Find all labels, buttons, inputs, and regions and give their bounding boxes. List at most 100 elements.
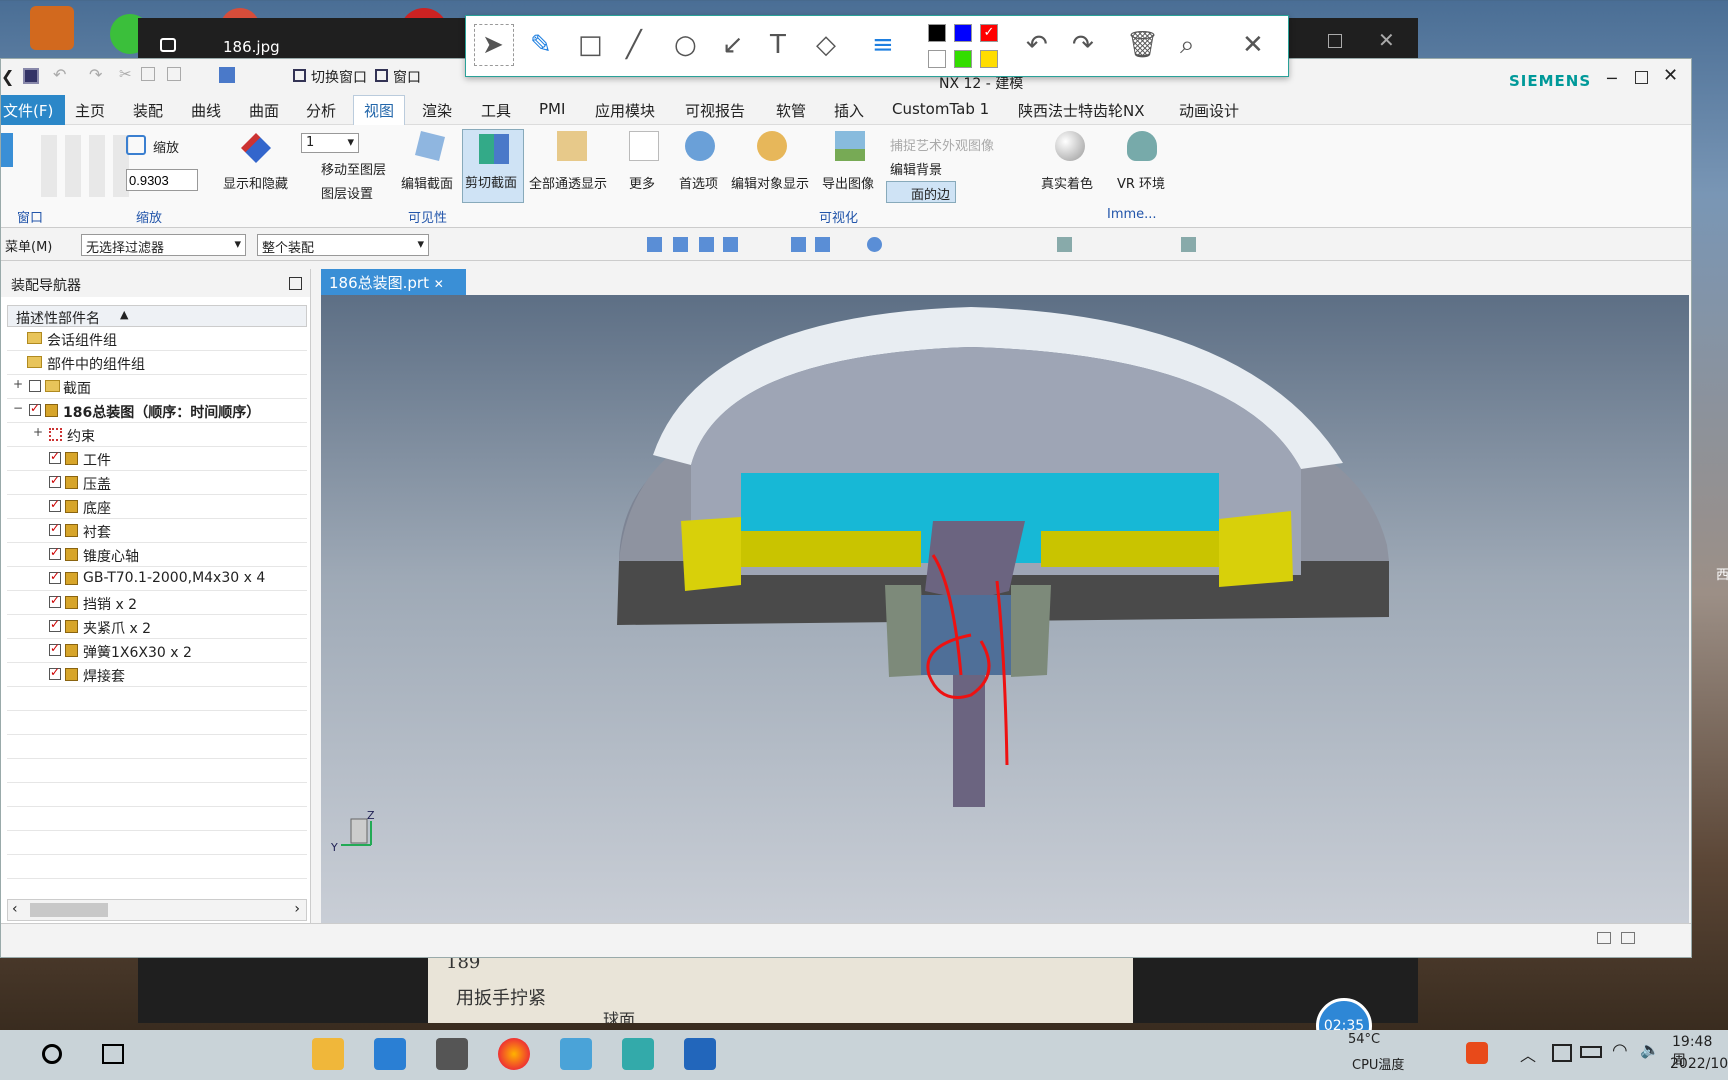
tab-tools[interactable]: 工具	[481, 100, 511, 121]
color-swatch-green[interactable]	[954, 50, 972, 68]
maximize-icon[interactable]	[1328, 34, 1342, 48]
copy-icon[interactable]	[141, 67, 155, 81]
delete-icon[interactable]: 🗑	[1126, 30, 1159, 60]
tab-customtab[interactable]: CustomTab 1	[892, 100, 989, 118]
chevron-up-icon[interactable]: ︿	[1520, 1042, 1536, 1066]
zoom-icon[interactable]: ⌕	[1180, 30, 1195, 61]
viewport-tab[interactable]: 186总装图.prt ✕	[321, 269, 466, 295]
edit-object-display-icon[interactable]	[757, 131, 787, 161]
more-button[interactable]: 更多	[629, 173, 655, 192]
edit-section-button[interactable]: 编辑截面	[401, 173, 453, 192]
all-transparent-icon[interactable]	[557, 131, 587, 161]
stroke-width-icon[interactable]: ≡	[872, 30, 894, 60]
volume-icon[interactable]: 🔈	[1640, 1040, 1660, 1059]
edit-section-icon[interactable]	[415, 131, 445, 161]
vr-environment-button[interactable]: VR 环境	[1117, 173, 1165, 192]
column-header[interactable]: 描述性部件名 ▲	[7, 305, 307, 327]
horizontal-scrollbar[interactable]: ‹ ›	[7, 899, 307, 921]
close-icon[interactable]: ✕	[1663, 65, 1678, 86]
tree-row[interactable]: 工件	[7, 447, 307, 471]
wifi-icon[interactable]: ◠	[1612, 1040, 1628, 1061]
file-menu-button[interactable]: 文件(F)	[1, 95, 65, 125]
close-icon[interactable]: ✕	[1378, 28, 1395, 52]
window-icon[interactable]	[375, 69, 388, 82]
maximize-icon[interactable]	[289, 277, 302, 290]
tree-row[interactable]: 焊接套	[7, 663, 307, 687]
checkbox[interactable]	[49, 641, 61, 656]
save-icon[interactable]	[23, 68, 39, 84]
color-swatch-red[interactable]: ✓	[980, 24, 998, 42]
status-icon[interactable]	[1621, 932, 1635, 944]
zoom-icon[interactable]	[126, 135, 146, 155]
checkbox[interactable]	[49, 593, 61, 608]
window-menu-button[interactable]: 窗口	[393, 67, 421, 87]
tab-curve[interactable]: 曲线	[191, 100, 221, 121]
ellipse-icon[interactable]: ○	[674, 30, 697, 60]
tab-home[interactable]: 主页	[75, 100, 105, 121]
network-app-icon[interactable]	[560, 1038, 592, 1070]
tree-row[interactable]: 弹簧1X6X30 x 2	[7, 639, 307, 663]
tree-row[interactable]: 会话组件组	[7, 327, 307, 351]
tree-row[interactable]: 挡销 x 2	[7, 591, 307, 615]
snap-point-icon[interactable]	[723, 237, 738, 252]
checkbox[interactable]	[49, 617, 61, 632]
vr-headset-icon[interactable]	[1127, 131, 1157, 161]
maximize-icon[interactable]	[1635, 71, 1648, 84]
close-icon[interactable]: ✕	[434, 277, 444, 291]
snap-point-icon[interactable]	[815, 237, 830, 252]
sogou-icon[interactable]	[1466, 1042, 1488, 1064]
edit-background-button[interactable]: 编辑背景	[890, 159, 942, 178]
tree-row[interactable]: 衬套	[7, 519, 307, 543]
checkbox[interactable]	[49, 497, 61, 512]
photos-icon[interactable]	[684, 1038, 716, 1070]
snap-point-icon[interactable]	[647, 237, 662, 252]
tab-animation[interactable]: 动画设计	[1179, 100, 1239, 121]
redo-icon[interactable]: ↷	[1072, 30, 1094, 60]
window-tool-icon[interactable]	[219, 67, 235, 83]
expand-icon[interactable]: +	[33, 425, 43, 439]
tab-pmi[interactable]: PMI	[539, 100, 565, 118]
checkbox[interactable]	[49, 473, 61, 488]
tab-visual-report[interactable]: 可视报告	[685, 100, 745, 121]
tree-row[interactable]: + 截面	[7, 375, 307, 399]
battery-icon[interactable]	[1580, 1046, 1602, 1058]
layout-grid-icon[interactable]	[33, 135, 129, 197]
switch-window-button[interactable]: 切换窗口	[311, 67, 367, 87]
search-icon[interactable]	[42, 1044, 62, 1064]
tree-row[interactable]: 锥度心轴	[7, 543, 307, 567]
true-shading-button[interactable]: 真实着色	[1041, 173, 1093, 192]
scroll-thumb[interactable]	[30, 903, 108, 917]
true-shading-icon[interactable]	[1055, 131, 1085, 161]
cut-icon[interactable]: ✂	[119, 65, 132, 83]
tree-row[interactable]: + 约束	[7, 423, 307, 447]
line-icon[interactable]: ╱	[626, 30, 642, 60]
color-swatch-white[interactable]	[928, 50, 946, 68]
paste-icon[interactable]	[167, 67, 181, 81]
face-edges-button[interactable]: 面的边	[886, 181, 956, 203]
arrow-icon[interactable]: ↙	[722, 30, 744, 60]
selection-scope-dropdown[interactable]: 整个装配 ▾	[257, 234, 429, 256]
checkbox[interactable]	[49, 665, 61, 680]
expand-icon[interactable]: +	[13, 377, 23, 391]
checkbox[interactable]	[49, 449, 61, 464]
tree-row[interactable]: 部件中的组件组	[7, 351, 307, 375]
preferences-icon[interactable]	[685, 131, 715, 161]
checkbox[interactable]	[49, 569, 61, 584]
undo-icon[interactable]: ↶	[1026, 30, 1048, 60]
graphics-viewport[interactable]: Z Y	[321, 295, 1689, 923]
snap-point-icon[interactable]	[867, 237, 882, 252]
rectangle-icon[interactable]: □	[578, 30, 603, 60]
minimize-icon[interactable]: ─	[1607, 69, 1617, 88]
close-icon[interactable]: ✕	[1242, 30, 1264, 60]
checkbox[interactable]	[29, 380, 41, 392]
tree-row[interactable]: 压盖	[7, 471, 307, 495]
status-icon[interactable]	[1597, 932, 1611, 944]
tree-row[interactable]: GB-T70.1-2000,M4x30 x 4	[7, 567, 307, 591]
task-view-icon[interactable]	[102, 1044, 124, 1064]
mail-icon[interactable]	[374, 1038, 406, 1070]
tab-assembly[interactable]: 装配	[133, 100, 163, 121]
clock-date[interactable]: 2022/10	[1670, 1056, 1728, 1072]
desktop-app-icon[interactable]	[30, 6, 74, 50]
more-icon[interactable]	[629, 131, 659, 161]
zoom-value-field[interactable]	[126, 169, 198, 191]
